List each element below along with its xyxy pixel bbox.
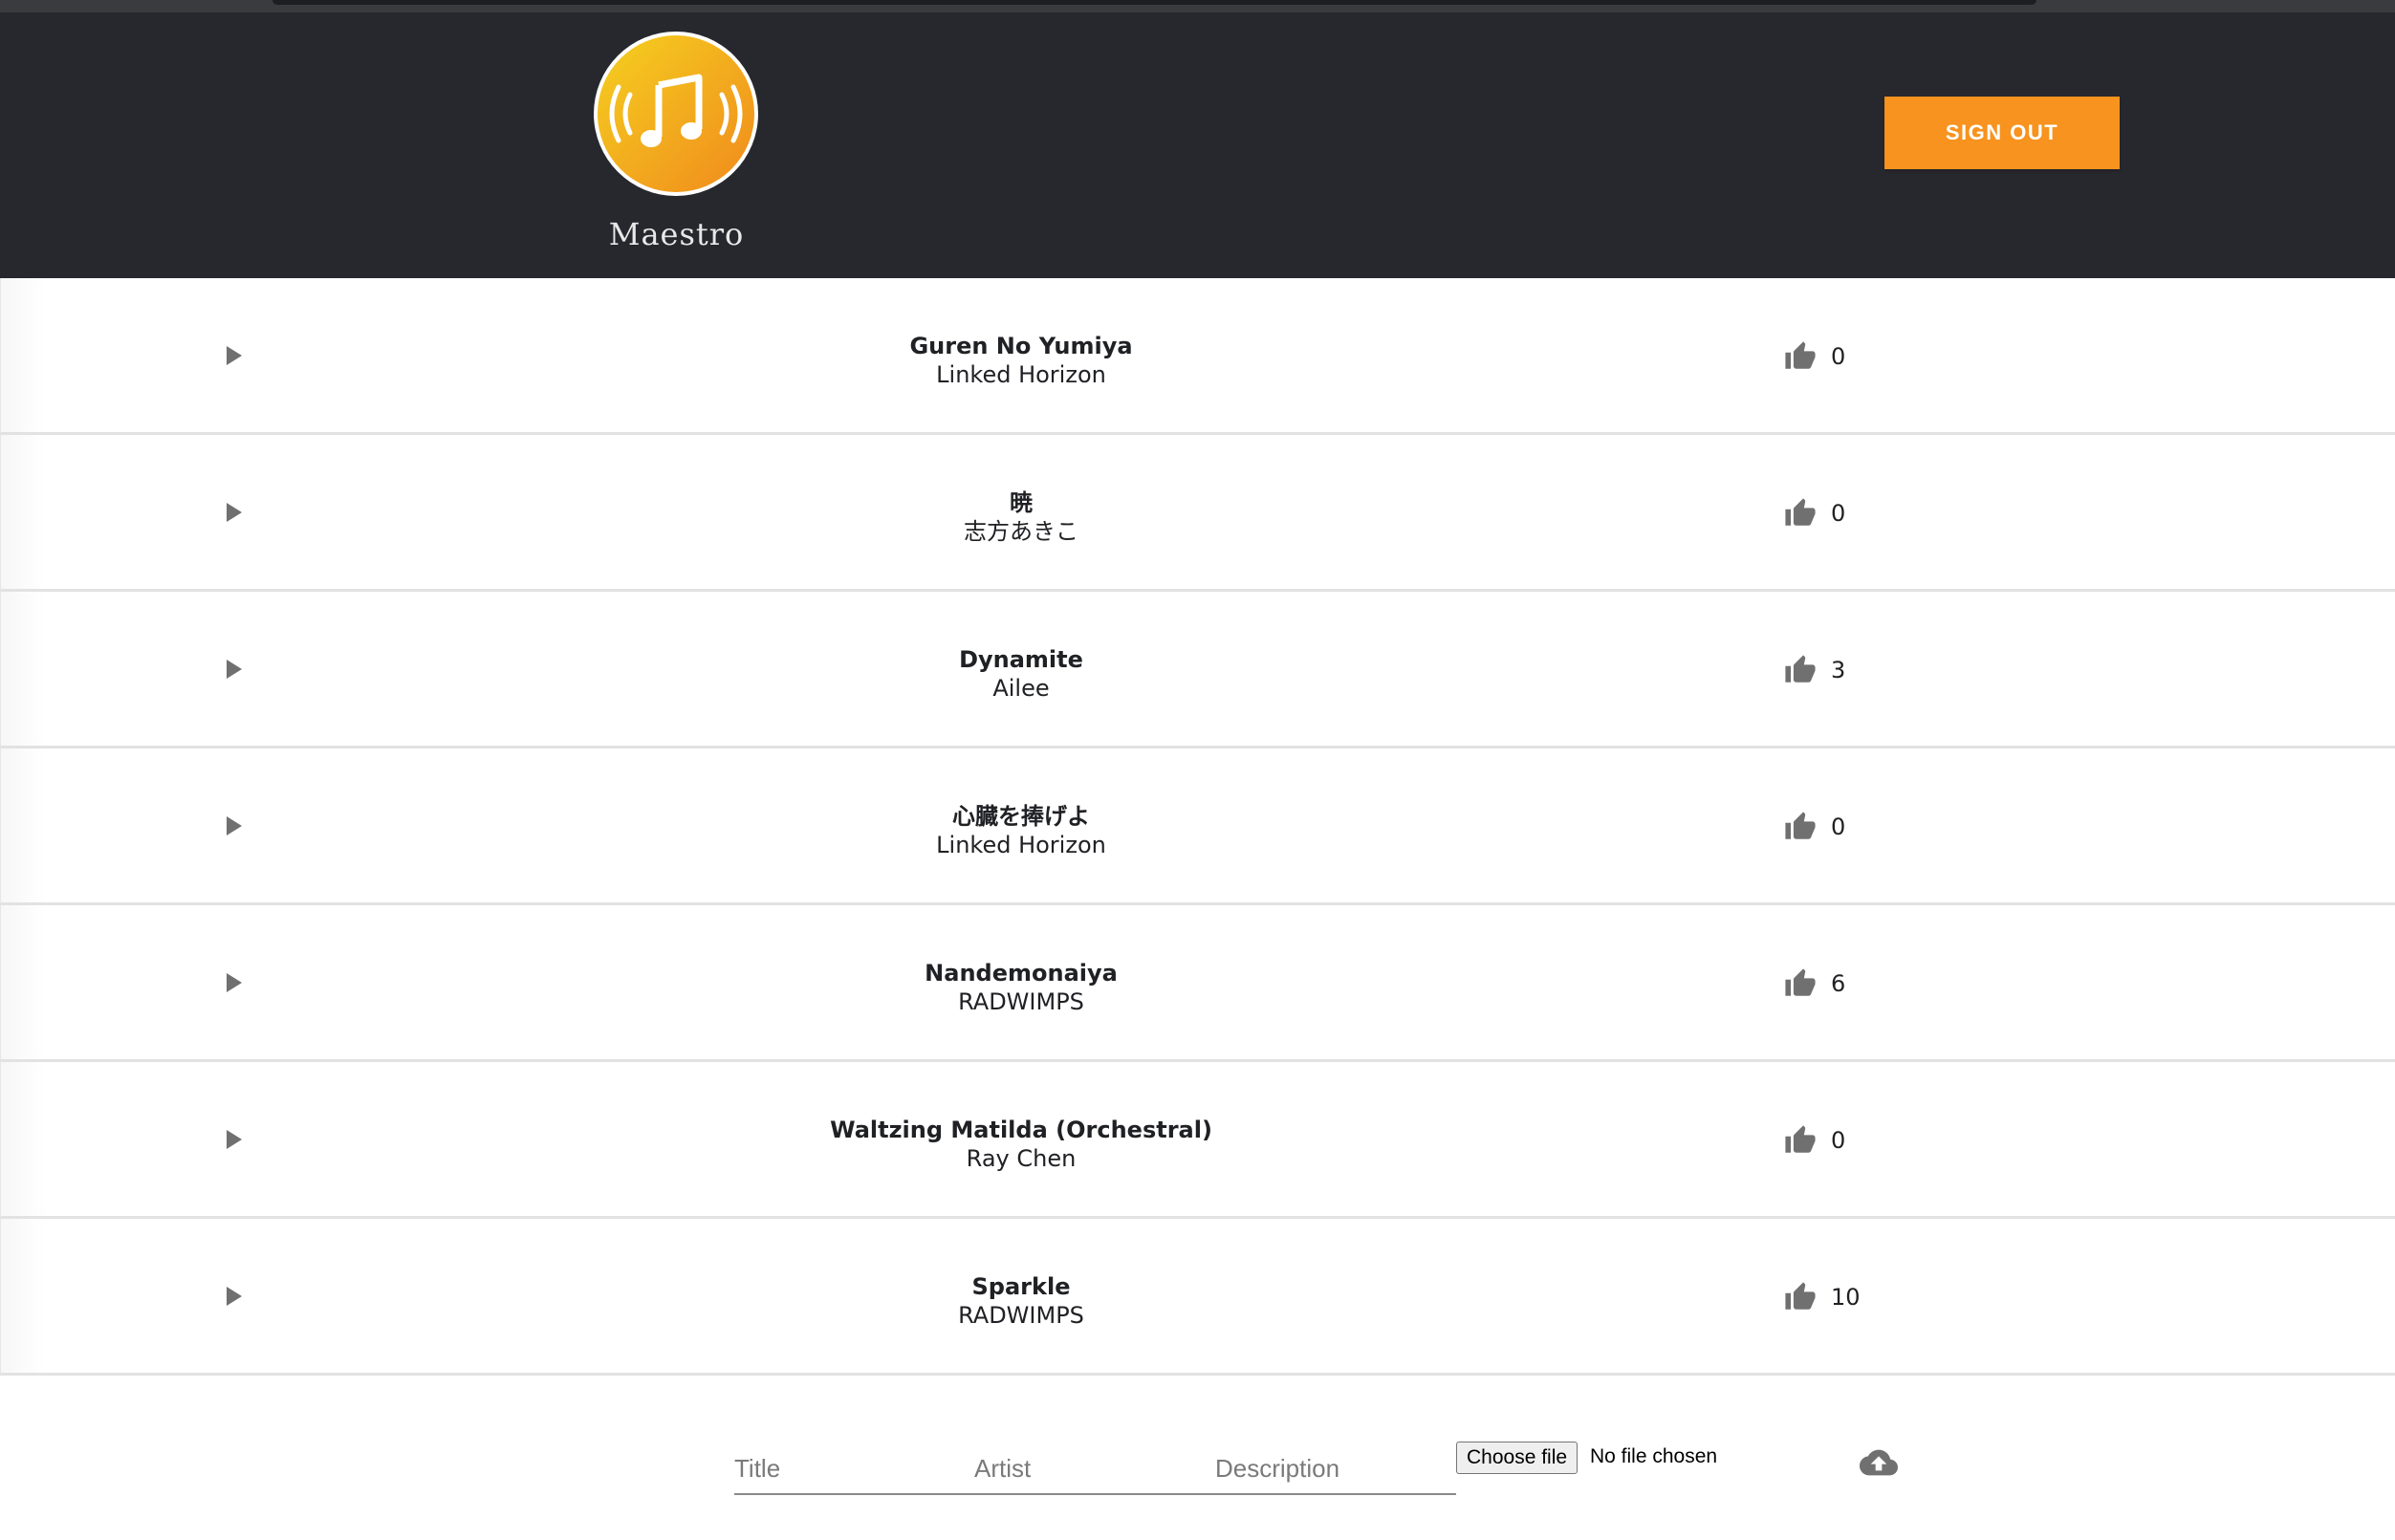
app-logo[interactable]: Maestro [574, 30, 779, 259]
play-button[interactable] [222, 343, 247, 368]
like-group: 3 [1781, 651, 1845, 689]
browser-top-strip [0, 0, 2395, 12]
app-name: Maestro [608, 216, 745, 252]
like-count: 0 [1831, 500, 1846, 527]
navbar: Maestro SIGN OUT [0, 12, 2395, 278]
like-group: 0 [1781, 1121, 1845, 1160]
choose-file-button[interactable]: Choose file [1456, 1442, 1579, 1474]
thumbs-up-icon [1785, 655, 1816, 683]
song-info: 暁 志方あきこ [782, 488, 1260, 546]
song-row: Nandemonaiya RADWIMPS 6 [0, 905, 2395, 1062]
description-input[interactable] [1215, 1443, 1456, 1495]
song-row: 心臓を捧げよ Linked Horizon 0 [0, 748, 2395, 905]
song-artist: Ray Chen [966, 1145, 1077, 1172]
file-status: No file chosen [1590, 1445, 1718, 1467]
like-count: 10 [1831, 1284, 1861, 1311]
play-icon [227, 1287, 242, 1306]
song-title: Guren No Yumiya [909, 333, 1133, 359]
like-button[interactable] [1781, 965, 1819, 1003]
song-artist: Linked Horizon [936, 361, 1106, 388]
play-button[interactable] [222, 813, 247, 838]
play-button[interactable] [222, 970, 247, 995]
play-button[interactable] [222, 1284, 247, 1309]
song-info: Dynamite Ailee [782, 645, 1260, 703]
song-title: Sparkle [971, 1273, 1071, 1300]
song-info: 心臓を捧げよ Linked Horizon [782, 802, 1260, 859]
like-group: 0 [1781, 337, 1845, 376]
like-group: 0 [1781, 808, 1845, 846]
song-artist: Linked Horizon [936, 832, 1106, 858]
song-row: 暁 志方あきこ 0 [0, 435, 2395, 592]
song-row: Sparkle RADWIMPS 10 [0, 1219, 2395, 1376]
play-icon [227, 503, 242, 522]
song-title: Waltzing Matilda (Orchestral) [830, 1117, 1212, 1143]
song-info: Guren No Yumiya Linked Horizon [782, 332, 1260, 389]
play-icon [227, 346, 242, 365]
thumbs-up-icon [1785, 1125, 1816, 1153]
like-count: 3 [1831, 657, 1846, 683]
like-button[interactable] [1781, 808, 1819, 846]
song-row: Dynamite Ailee 3 [0, 592, 2395, 748]
play-icon [227, 816, 242, 835]
like-button[interactable] [1781, 1278, 1819, 1316]
song-info: Sparkle RADWIMPS [782, 1272, 1260, 1330]
cloud-upload-icon[interactable] [1860, 1443, 1898, 1482]
song-title: Dynamite [959, 646, 1083, 673]
play-button[interactable] [222, 1127, 247, 1152]
song-artist: 志方あきこ [964, 518, 1078, 545]
song-info: Waltzing Matilda (Orchestral) Ray Chen [782, 1116, 1260, 1173]
like-button[interactable] [1781, 337, 1819, 376]
like-count: 0 [1831, 813, 1846, 840]
song-list: Guren No Yumiya Linked Horizon 0 暁 志方あきこ… [0, 278, 2395, 1376]
title-input[interactable] [734, 1443, 976, 1495]
song-artist: RADWIMPS [958, 1302, 1084, 1329]
like-group: 6 [1781, 965, 1845, 1003]
like-button[interactable] [1781, 1121, 1819, 1160]
like-count: 0 [1831, 343, 1846, 370]
upload-form: Choose file No file chosen [0, 1396, 2395, 1540]
like-button[interactable] [1781, 494, 1819, 532]
thumbs-up-icon [1785, 341, 1816, 369]
song-artist: RADWIMPS [958, 988, 1084, 1015]
song-title: 心臓を捧げよ [952, 803, 1090, 830]
artist-input[interactable] [974, 1443, 1216, 1495]
song-title: 暁 [1010, 489, 1033, 516]
play-icon [227, 973, 242, 992]
song-artist: Ailee [992, 675, 1050, 702]
browser-tab-bar [272, 0, 2036, 5]
song-title: Nandemonaiya [925, 960, 1118, 987]
play-icon [227, 660, 242, 679]
thumbs-up-icon [1785, 812, 1816, 839]
thumbs-up-icon [1785, 968, 1816, 996]
play-button[interactable] [222, 657, 247, 682]
song-row: Guren No Yumiya Linked Horizon 0 [0, 278, 2395, 435]
like-group: 10 [1781, 1278, 1861, 1316]
song-info: Nandemonaiya RADWIMPS [782, 959, 1260, 1016]
play-button[interactable] [222, 500, 247, 525]
play-icon [227, 1130, 242, 1149]
song-row: Waltzing Matilda (Orchestral) Ray Chen 0 [0, 1062, 2395, 1219]
music-note-icon [594, 32, 758, 196]
sign-out-button[interactable]: SIGN OUT [1884, 97, 2120, 169]
thumbs-up-icon [1785, 1282, 1816, 1310]
like-group: 0 [1781, 494, 1845, 532]
like-count: 6 [1831, 970, 1846, 997]
like-button[interactable] [1781, 651, 1819, 689]
thumbs-up-icon [1785, 498, 1816, 526]
like-count: 0 [1831, 1127, 1846, 1154]
